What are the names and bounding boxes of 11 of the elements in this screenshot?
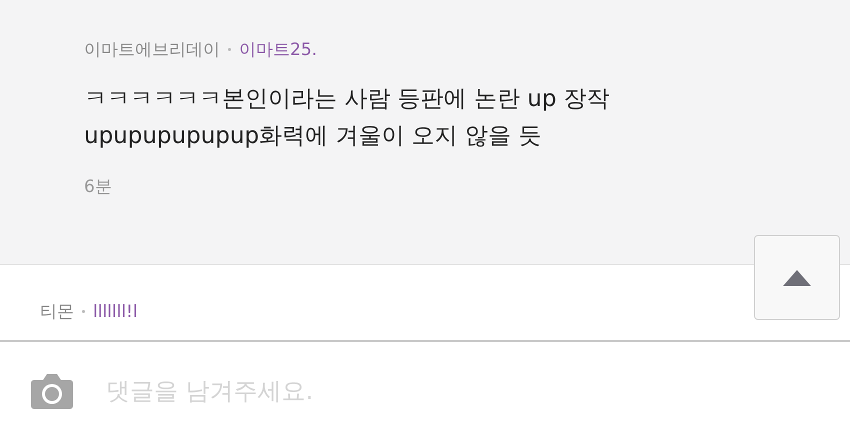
up-triangle-icon bbox=[782, 268, 812, 286]
separator-dot bbox=[82, 310, 85, 313]
reply-target: lllllll!l bbox=[93, 302, 138, 322]
comment-text: ㅋㅋㅋㅋㅋㅋ본인이라는 사람 등판에 논란 up 장작 upupupupupup화력에 겨울이 오지 않을 듯 bbox=[84, 85, 611, 151]
separator-dot bbox=[228, 48, 231, 51]
comment-time: 6분 bbox=[84, 176, 113, 198]
camera-icon[interactable] bbox=[30, 372, 74, 410]
reply-target: 이마트25. bbox=[239, 39, 318, 61]
nickname: 이마트에브리데이 bbox=[84, 39, 220, 61]
nickname: 티몬 bbox=[40, 301, 74, 323]
scroll-top-button[interactable] bbox=[754, 235, 840, 320]
